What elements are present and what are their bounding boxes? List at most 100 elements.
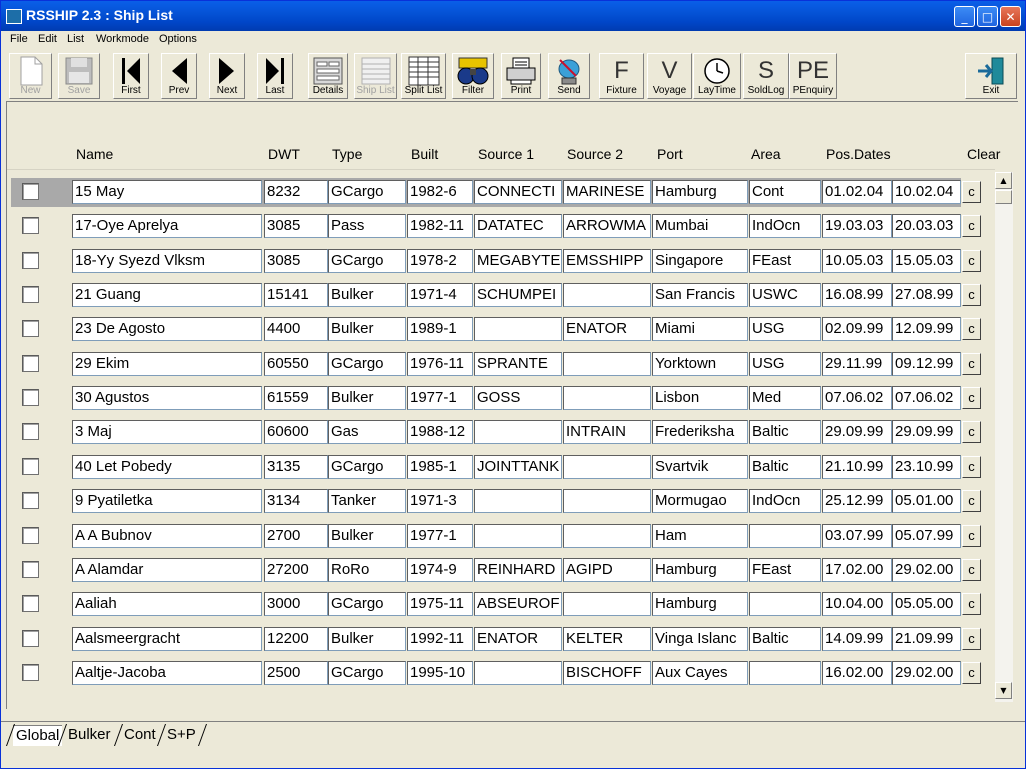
cell-dwt[interactable]: 3085 [264,248,328,273]
menu-edit[interactable]: Edit [38,33,57,45]
cell-pos-to[interactable]: 05.07.99 [892,523,961,548]
cell-area[interactable]: FEast [749,557,821,582]
minimize-button[interactable]: _ [954,6,975,27]
cell-type[interactable]: Gas [328,420,406,445]
cell-source2[interactable] [563,489,651,514]
cell-port[interactable]: Hamburg [652,592,748,617]
clear-row-button[interactable]: c [962,455,981,478]
menu-options[interactable]: Options [159,33,197,45]
cell-pos-to[interactable]: 10.02.04 [892,180,961,204]
cell-pos-from[interactable]: 03.07.99 [822,523,892,548]
cell-built[interactable]: 1974-9 [407,557,473,582]
cell-name[interactable]: 3 Maj [72,420,262,445]
clear-row-button[interactable]: c [962,249,981,272]
details-button[interactable]: Details [308,53,348,99]
clear-row-button[interactable]: c [962,558,981,581]
cell-source1[interactable] [474,420,562,445]
cell-area[interactable]: IndOcn [749,214,821,239]
row-checkbox[interactable] [22,595,39,613]
cell-source2[interactable] [563,454,651,479]
clear-row-button[interactable]: c [962,318,981,341]
print-button[interactable]: Print [501,53,541,99]
clear-row-button[interactable]: c [962,387,981,410]
row-checkbox[interactable] [22,320,39,338]
cell-built[interactable]: 1982-6 [407,180,473,204]
cell-type[interactable]: Bulker [328,283,406,308]
cell-pos-from[interactable]: 16.08.99 [822,283,892,308]
cell-source1[interactable]: DATATEC [474,214,562,239]
cell-source1[interactable]: GOSS [474,386,562,411]
cell-port[interactable]: Ham [652,523,748,548]
tab-s-p[interactable]: S+P [164,725,199,745]
cell-pos-to[interactable]: 09.12.99 [892,351,961,376]
menu-list[interactable]: List [67,33,84,45]
cell-built[interactable]: 1975-11 [407,592,473,617]
cell-area[interactable]: Med [749,386,821,411]
cell-source2[interactable] [563,283,651,308]
cell-pos-to[interactable]: 05.05.00 [892,592,961,617]
cell-pos-from[interactable]: 02.09.99 [822,317,892,342]
clear-row-button[interactable]: c [962,352,981,375]
voyage-button[interactable]: V Voyage [647,53,692,99]
vertical-scrollbar[interactable]: ▲ ▼ [995,172,1013,702]
cell-dwt[interactable]: 60550 [264,351,328,376]
clear-row-button[interactable]: c [962,284,981,307]
cell-source1[interactable]: MEGABYTE [474,248,562,273]
prev-button[interactable]: Prev [161,53,197,99]
cell-dwt[interactable]: 8232 [264,180,328,204]
cell-pos-to[interactable]: 23.10.99 [892,454,961,479]
cell-name[interactable]: 23 De Agosto [72,317,262,342]
cell-built[interactable]: 1985-1 [407,454,473,479]
cell-pos-to[interactable]: 15.05.03 [892,248,961,273]
cell-pos-from[interactable]: 14.09.99 [822,626,892,651]
cell-area[interactable]: USWC [749,283,821,308]
cell-port[interactable]: Singapore [652,248,748,273]
cell-name[interactable]: 29 Ekim [72,351,262,376]
row-checkbox[interactable] [22,251,39,269]
cell-built[interactable]: 1982-11 [407,214,473,239]
cell-type[interactable]: Tanker [328,489,406,514]
cell-source1[interactable]: CONNECTI [474,180,562,204]
scroll-thumb[interactable] [995,190,1012,204]
cell-pos-to[interactable]: 12.09.99 [892,317,961,342]
cell-type[interactable]: RoRo [328,557,406,582]
fixture-button[interactable]: F Fixture [599,53,644,99]
cell-pos-to[interactable]: 20.03.03 [892,214,961,239]
cell-source1[interactable] [474,489,562,514]
cell-built[interactable]: 1995-10 [407,660,473,685]
cell-source1[interactable]: ENATOR [474,626,562,651]
soldlog-button[interactable]: S SoldLog [743,53,789,99]
cell-pos-to[interactable]: 27.08.99 [892,283,961,308]
cell-area[interactable]: Baltic [749,454,821,479]
cell-port[interactable]: Hamburg [652,557,748,582]
cell-dwt[interactable]: 3085 [264,214,328,239]
cell-dwt[interactable]: 4400 [264,317,328,342]
cell-name[interactable]: Aaliah [72,592,262,617]
cell-pos-from[interactable]: 07.06.02 [822,386,892,411]
cell-built[interactable]: 1977-1 [407,386,473,411]
row-checkbox[interactable] [22,217,39,235]
cell-pos-from[interactable]: 25.12.99 [822,489,892,514]
row-checkbox[interactable] [22,457,39,475]
cell-type[interactable]: GCargo [328,351,406,376]
tab-bulker[interactable]: Bulker [65,725,114,745]
cell-built[interactable]: 1988-12 [407,420,473,445]
menu-workmode[interactable]: Workmode [96,33,149,45]
cell-dwt[interactable]: 60600 [264,420,328,445]
cell-source2[interactable] [563,351,651,376]
exit-button[interactable]: Exit [965,53,1017,99]
cell-source2[interactable] [563,386,651,411]
cell-source2[interactable] [563,592,651,617]
cell-source2[interactable]: INTRAIN [563,420,651,445]
cell-dwt[interactable]: 3134 [264,489,328,514]
cell-pos-from[interactable]: 10.04.00 [822,592,892,617]
cell-dwt[interactable]: 2700 [264,523,328,548]
cell-pos-from[interactable]: 21.10.99 [822,454,892,479]
cell-name[interactable]: 15 May [72,180,262,204]
row-checkbox[interactable] [22,423,39,441]
cell-name[interactable]: 18-Yy Syezd Vlksm [72,248,262,273]
cell-pos-to[interactable]: 29.02.00 [892,557,961,582]
clear-row-button[interactable]: c [962,593,981,616]
cell-port[interactable]: Miami [652,317,748,342]
clear-row-button[interactable]: c [962,215,981,238]
